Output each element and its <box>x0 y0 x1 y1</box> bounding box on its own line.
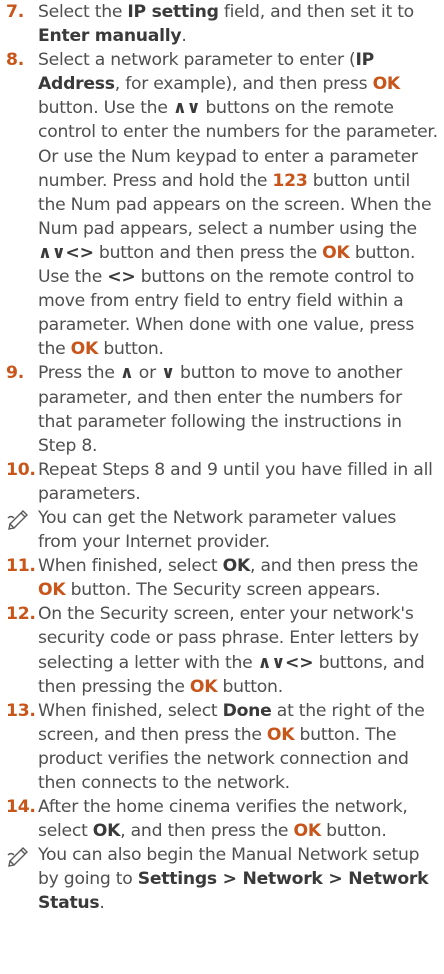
ok-button-term: OK <box>189 676 218 697</box>
up-arrow-icon: ∧ <box>119 363 134 384</box>
step-text: button. The Security screen appears. <box>65 580 381 601</box>
note-text: You can get the Network parameter values… <box>38 507 397 553</box>
step-text: When finished, select <box>38 556 223 577</box>
step-12: 12. On the Security screen, enter your n… <box>6 602 438 698</box>
step-text: field, and then set it to <box>218 2 414 22</box>
note-text: . <box>99 893 105 914</box>
step-number: 7. <box>6 2 24 22</box>
step-text: Repeat Steps 8 and 9 until you have fill… <box>38 459 433 504</box>
step-11: 11. When finished, select OK, and then p… <box>6 554 438 602</box>
chevron-right-icon: > <box>322 869 349 890</box>
step-text: or <box>133 363 162 384</box>
done-term: Done <box>222 700 272 721</box>
ok-button-term: OK <box>372 74 401 95</box>
pencil-note-icon <box>6 843 32 868</box>
direction-arrows-icon: ∧∨<> <box>257 652 314 673</box>
pencil-note-icon <box>6 506 32 530</box>
step-number: 12. <box>6 604 36 625</box>
network-menu-term: Network <box>242 869 323 890</box>
step-text: button and then press the <box>93 242 323 263</box>
step-text: Select a network parameter to enter ( <box>38 50 356 71</box>
step-text: When finished, select <box>38 700 223 721</box>
step-text: button. Use the <box>38 98 173 119</box>
step-10: 10. Repeat Steps 8 and 9 until you have … <box>6 458 438 506</box>
ok-term: OK <box>92 821 121 842</box>
step-text: button. <box>98 339 164 360</box>
ok-button-term: OK <box>266 724 295 745</box>
ip-setting-term: IP setting <box>127 2 219 22</box>
step-14: 14. After the home cinema verifies the n… <box>6 795 438 843</box>
step-text: , for example), and then press <box>114 74 373 95</box>
step-number: 8. <box>6 50 24 71</box>
chevron-right-icon: > <box>216 869 243 890</box>
step-number: 13. <box>6 700 36 721</box>
step-text: Select the <box>38 2 128 22</box>
step-number: 11. <box>6 556 36 577</box>
ok-term: OK <box>222 556 251 577</box>
step-text: , and then press the <box>120 821 294 842</box>
num-123-term: 123 <box>272 170 308 191</box>
step-7: 7. Select the IP setting field, and then… <box>6 0 438 48</box>
manual-page: 7. Select the IP setting field, and then… <box>0 0 444 974</box>
note-network-values: You can get the Network parameter values… <box>6 506 438 554</box>
ok-button-term: OK <box>322 242 350 263</box>
step-text: Press the <box>38 363 120 384</box>
step-text: button. <box>217 676 284 697</box>
note-manual-setup: You can also begin the Manual Network se… <box>6 843 438 915</box>
down-arrow-icon: ∨ <box>161 363 175 384</box>
step-9: 9. Press the ∧ or ∨ button to move to an… <box>6 361 438 457</box>
left-right-arrows-icon: <> <box>107 267 136 288</box>
ok-button-term: OK <box>293 821 321 842</box>
step-text: button. <box>320 821 387 842</box>
ok-button-term: OK <box>70 339 99 360</box>
step-13: 13. When finished, select Done at the ri… <box>6 699 438 795</box>
step-number: 14. <box>6 797 36 818</box>
direction-arrows-icon: ∧∨<> <box>38 242 94 263</box>
enter-manually-term: Enter manually <box>38 26 182 47</box>
ok-button-term: OK <box>38 580 66 601</box>
step-number: 10. <box>6 459 36 480</box>
step-text: . <box>181 26 187 47</box>
step-number: 9. <box>6 363 24 384</box>
up-down-arrows-icon: ∧∨ <box>172 98 201 119</box>
settings-menu-term: Settings <box>137 869 217 890</box>
step-text: , and then press the <box>250 556 419 577</box>
step-8: 8. Select a network parameter to enter (… <box>6 48 438 361</box>
